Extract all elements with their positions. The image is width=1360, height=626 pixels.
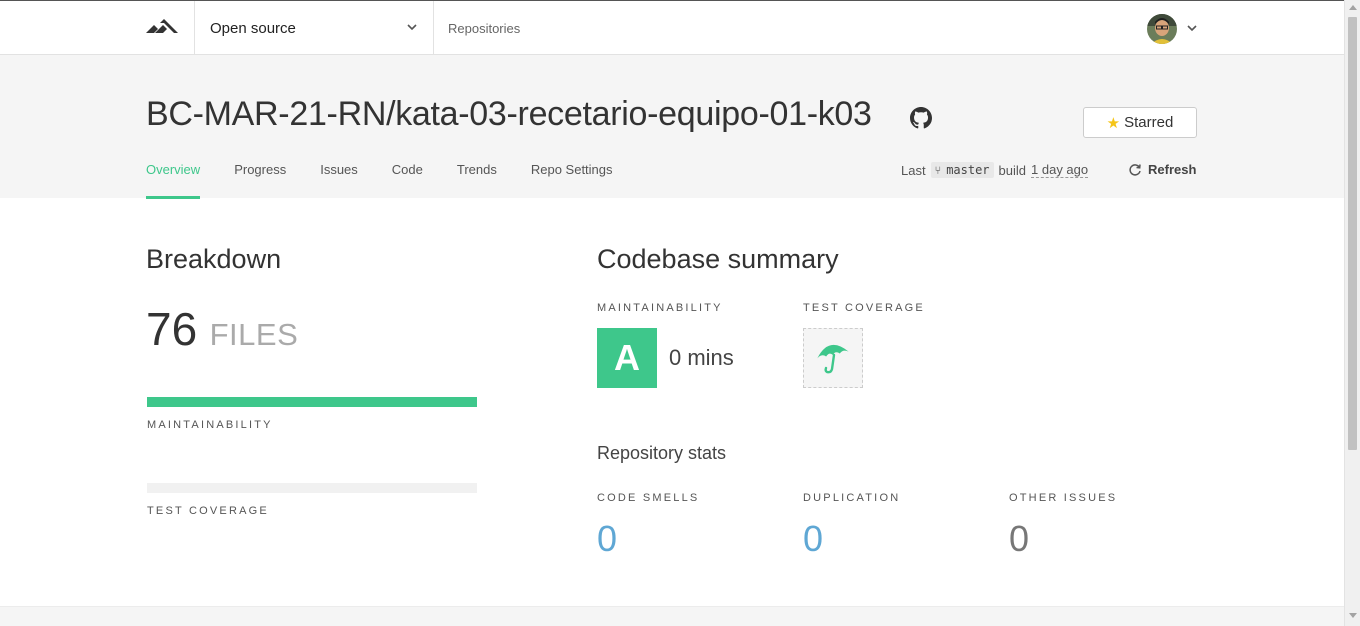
tab-issues[interactable]: Issues — [320, 162, 358, 198]
scroll-thumb[interactable] — [1348, 17, 1357, 450]
maintainability-label: MAINTAINABILITY — [597, 302, 723, 314]
umbrella-icon — [817, 344, 849, 374]
test-coverage-bar[interactable] — [147, 483, 477, 493]
maintainability-grade-badge[interactable]: A — [597, 328, 657, 388]
file-count-number: 76 — [146, 303, 198, 355]
page-scrollbar[interactable] — [1344, 0, 1360, 626]
other-issues-count: 0 — [1009, 518, 1030, 559]
tab-repo-settings[interactable]: Repo Settings — [531, 162, 613, 198]
repository-stats-title: Repository stats — [597, 443, 727, 463]
chevron-down-icon — [407, 24, 417, 31]
tab-overview[interactable]: Overview — [146, 162, 201, 199]
build-time[interactable]: 1 day ago — [1031, 162, 1089, 178]
git-branch-icon: ⑂ — [934, 163, 942, 177]
test-coverage-bar-label: TEST COVERAGE — [147, 505, 269, 517]
branch-name: master — [946, 163, 990, 177]
organization-selector-label: Open source — [210, 19, 296, 37]
maintainability-bar-fill — [147, 397, 477, 407]
test-coverage-label: TEST COVERAGE — [803, 302, 925, 314]
tab-trends[interactable]: Trends — [457, 162, 497, 198]
test-coverage-badge[interactable] — [803, 328, 863, 388]
top-navigation: Open source Repositories — [0, 0, 1344, 55]
chevron-down-icon[interactable] — [1186, 23, 1198, 33]
file-count-unit: FILES — [209, 317, 299, 352]
duplication-count[interactable]: 0 — [803, 518, 823, 560]
tab-code[interactable]: Code — [392, 162, 423, 198]
starred-button[interactable]: ★ Starred — [1083, 107, 1197, 138]
star-icon: ★ — [1106, 114, 1121, 132]
starred-button-label: Starred — [1124, 114, 1174, 131]
scroll-down-arrow-icon[interactable] — [1349, 613, 1357, 618]
maintainability-time: 0 mins — [669, 345, 734, 370]
repositories-link[interactable]: Repositories — [448, 1, 520, 55]
refresh-icon — [1129, 163, 1141, 176]
other-issues-label: OTHER ISSUES — [1009, 492, 1118, 504]
duplication-label: DUPLICATION — [803, 492, 901, 504]
code-smells-label: CODE SMELLS — [597, 492, 700, 504]
last-build-middle: build — [998, 162, 1027, 178]
organization-selector[interactable]: Open source — [194, 1, 434, 55]
repo-tabs: Overview Progress Issues Code Trends Rep… — [146, 162, 647, 199]
last-build-info: Last ⑂ master build 1 day ago — [901, 162, 1089, 178]
repo-title: BC-MAR-21-RN/kata-03-recetario-equipo-01… — [146, 95, 872, 133]
refresh-label: Refresh — [1148, 162, 1197, 177]
code-smells-count[interactable]: 0 — [597, 518, 617, 560]
breakdown-title: Breakdown — [146, 244, 282, 274]
user-avatar[interactable] — [1147, 14, 1177, 44]
branch-badge: ⑂ master — [930, 162, 994, 178]
footer-band — [0, 606, 1344, 626]
maintainability-bar[interactable] — [147, 397, 477, 407]
file-count: 76 FILES — [146, 302, 298, 356]
last-build-prefix: Last — [901, 162, 926, 178]
maintainability-bar-label: MAINTAINABILITY — [147, 419, 273, 431]
refresh-button[interactable]: Refresh — [1128, 162, 1196, 177]
repo-header: BC-MAR-21-RN/kata-03-recetario-equipo-01… — [0, 55, 1344, 199]
codeclimate-logo-icon[interactable] — [146, 19, 178, 37]
scroll-up-arrow-icon[interactable] — [1349, 5, 1357, 10]
codebase-summary-title: Codebase summary — [597, 244, 839, 274]
github-icon[interactable] — [910, 107, 932, 129]
tab-progress[interactable]: Progress — [234, 162, 286, 198]
